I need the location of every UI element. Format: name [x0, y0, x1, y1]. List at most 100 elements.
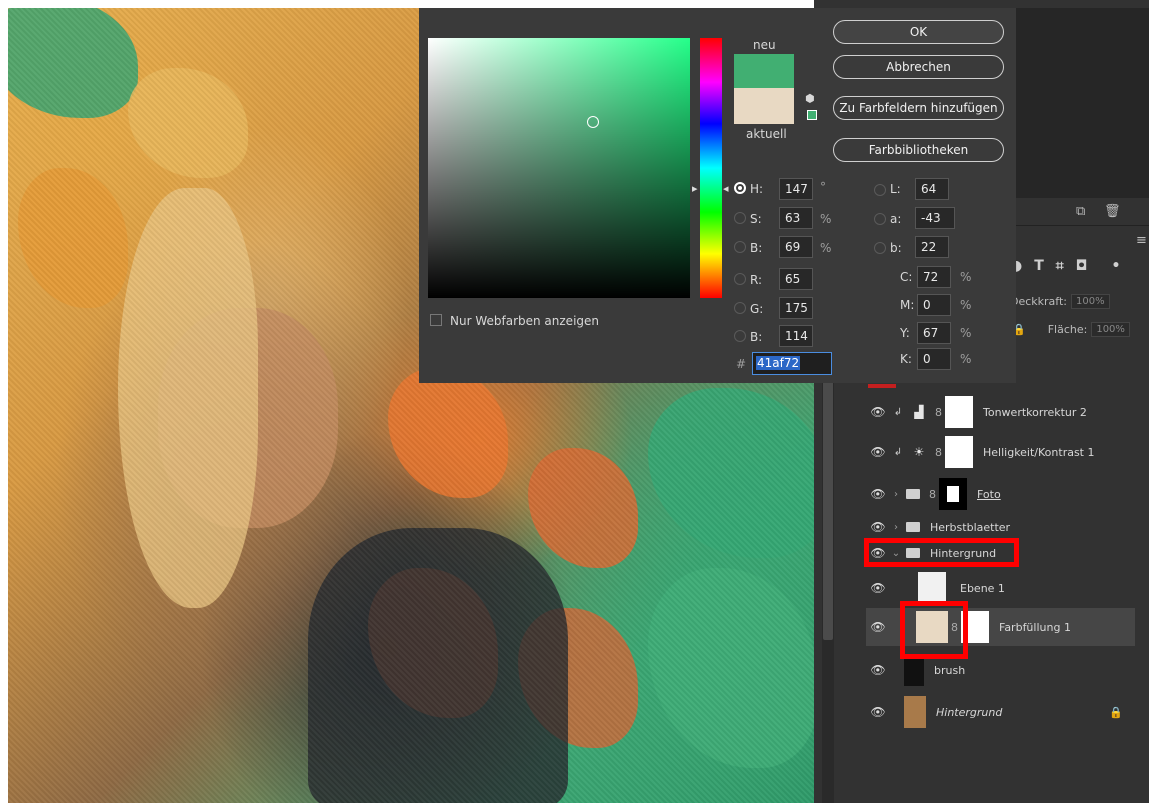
- visibility-eye-icon[interactable]: 👁: [866, 487, 890, 501]
- blue-input[interactable]: 114: [779, 325, 813, 347]
- red-radio[interactable]: [734, 273, 746, 285]
- visibility-eye-icon[interactable]: 👁: [866, 445, 890, 459]
- opacity-label: Deckkraft:: [1010, 295, 1067, 308]
- visibility-eye-icon[interactable]: 👁: [866, 663, 890, 677]
- black-label: K:: [900, 352, 912, 366]
- fill-control[interactable]: 🔒 Fläche: 100%: [1012, 322, 1130, 337]
- lab-b-label: b:: [890, 241, 902, 255]
- new-item-icon[interactable]: ⧉: [1076, 205, 1085, 219]
- percent-unit: %: [960, 326, 972, 340]
- add-to-swatches-button[interactable]: Zu Farbfeldern hinzufügen: [833, 96, 1004, 120]
- opacity-control[interactable]: Deckkraft: 100%: [1010, 294, 1110, 309]
- cyan-label: C:: [900, 270, 913, 284]
- layer-row[interactable]: 👁 Hintergrund 🔒: [866, 694, 1135, 730]
- lab-l-label: L:: [890, 182, 901, 196]
- layer-thumbnail[interactable]: [918, 572, 946, 604]
- green-input[interactable]: 175: [779, 297, 813, 319]
- layer-row[interactable]: 👁 › 8 Foto: [866, 476, 1135, 512]
- layer-name: Tonwertkorrektur 2: [983, 405, 1087, 419]
- layer-name: brush: [934, 663, 966, 677]
- folder-icon: [906, 522, 920, 532]
- hex-label: #: [736, 357, 747, 371]
- layer-mask-thumbnail[interactable]: [945, 396, 973, 428]
- hex-color-input[interactable]: 41af72: [752, 352, 832, 375]
- visibility-eye-icon[interactable]: 👁: [866, 581, 890, 595]
- folder-icon: [906, 489, 920, 499]
- photoshop-window: ⧉ 🗑 ≡ ◑ T ⌗ ◘ • Deckkraft: 100% 🔒 Fläche…: [0, 0, 1149, 803]
- saturation-label: S:: [750, 212, 762, 226]
- yellow-label: Y:: [900, 326, 910, 340]
- saturation-radio[interactable]: [734, 212, 746, 224]
- clipping-arrow-icon: ↲: [893, 446, 903, 458]
- layer-row[interactable]: 👁 ↲ ▟ 8 Tonwertkorrektur 2: [866, 394, 1135, 430]
- shape-filter-icon[interactable]: ⌗: [1056, 258, 1064, 280]
- layer-row[interactable]: 👁 ↲ ☀ 8 Helligkeit/Kontrast 1: [866, 434, 1135, 470]
- chevron-right-icon[interactable]: ›: [890, 522, 902, 533]
- layer-name: Helligkeit/Kontrast 1: [983, 445, 1095, 459]
- link-icon[interactable]: 8: [935, 406, 942, 419]
- layer-name: Farbfüllung 1: [999, 620, 1071, 634]
- visibility-eye-icon[interactable]: 👁: [866, 705, 890, 719]
- layer-name: Herbstblaetter: [930, 520, 1011, 534]
- yellow-input[interactable]: 67: [917, 322, 951, 344]
- hue-radio[interactable]: [734, 182, 746, 194]
- out-of-gamut-cube-icon[interactable]: ⬢: [805, 92, 815, 106]
- layer-filter-toolbar: ◑ T ⌗ ◘ •: [1010, 258, 1120, 280]
- hue-slider-right-arrow[interactable]: ◂: [723, 182, 729, 195]
- scrollbar-thumb[interactable]: [823, 380, 833, 640]
- visibility-eye-icon[interactable]: 👁: [866, 520, 890, 534]
- chevron-right-icon[interactable]: ›: [890, 489, 902, 500]
- brightness-contrast-icon: ☀: [913, 445, 925, 459]
- layer-thumbnail[interactable]: [904, 696, 926, 728]
- black-input[interactable]: 0: [917, 348, 951, 370]
- green-radio[interactable]: [734, 302, 746, 314]
- filter-toggle-icon[interactable]: •: [1111, 258, 1120, 280]
- fill-value[interactable]: 100%: [1091, 322, 1130, 337]
- hue-slider[interactable]: [700, 38, 722, 298]
- lock-icon[interactable]: 🔒: [1109, 706, 1123, 719]
- opacity-value[interactable]: 100%: [1071, 294, 1110, 309]
- color-libraries-button[interactable]: Farbbibliotheken: [833, 138, 1004, 162]
- visibility-eye-icon[interactable]: 👁: [866, 620, 890, 634]
- magenta-input[interactable]: 0: [917, 294, 951, 316]
- text-filter-icon[interactable]: T: [1034, 258, 1044, 280]
- red-input[interactable]: 65: [779, 268, 813, 290]
- trash-icon[interactable]: 🗑: [1104, 205, 1121, 219]
- lab-l-input[interactable]: 64: [915, 178, 949, 200]
- brightness-input[interactable]: 69: [779, 236, 813, 258]
- panel-menu-icon[interactable]: ≡: [1136, 234, 1147, 248]
- lab-b-input[interactable]: 22: [915, 236, 949, 258]
- layer-mask-thumbnail[interactable]: [945, 436, 973, 468]
- percent-unit: %: [960, 298, 972, 312]
- brightness-radio[interactable]: [734, 241, 746, 253]
- percent-unit: %: [960, 352, 972, 366]
- saturation-brightness-field[interactable]: [428, 38, 690, 298]
- web-colors-checkbox[interactable]: [430, 314, 442, 326]
- ok-button[interactable]: OK: [833, 20, 1004, 44]
- lab-l-radio[interactable]: [874, 184, 886, 196]
- current-color-swatch[interactable]: [734, 88, 794, 124]
- layer-mask-thumbnail[interactable]: [939, 478, 967, 510]
- blue-radio[interactable]: [734, 330, 746, 342]
- lab-a-input[interactable]: -43: [915, 207, 955, 229]
- lab-a-radio[interactable]: [874, 213, 886, 225]
- web-safe-swatch-icon[interactable]: [807, 110, 817, 120]
- new-color-label: neu: [753, 38, 776, 52]
- color-picker-marker[interactable]: [587, 116, 599, 128]
- layer-row[interactable]: 👁 › Herbstblaetter: [866, 516, 1135, 538]
- percent-unit: %: [820, 241, 832, 255]
- link-icon[interactable]: 8: [935, 446, 942, 459]
- levels-icon: ▟: [914, 405, 924, 419]
- hue-slider-left-arrow[interactable]: ▸: [692, 182, 698, 195]
- percent-unit: %: [820, 212, 832, 226]
- magenta-label: M:: [900, 298, 915, 312]
- link-icon[interactable]: 8: [929, 488, 936, 501]
- lab-b-radio[interactable]: [874, 242, 886, 254]
- hex-value: 41af72: [756, 356, 801, 370]
- hue-input[interactable]: 147: [779, 178, 813, 200]
- cyan-input[interactable]: 72: [917, 266, 951, 288]
- saturation-input[interactable]: 63: [779, 207, 813, 229]
- visibility-eye-icon[interactable]: 👁: [866, 405, 890, 419]
- smartobject-filter-icon[interactable]: ◘: [1076, 258, 1088, 280]
- cancel-button[interactable]: Abbrechen: [833, 55, 1004, 79]
